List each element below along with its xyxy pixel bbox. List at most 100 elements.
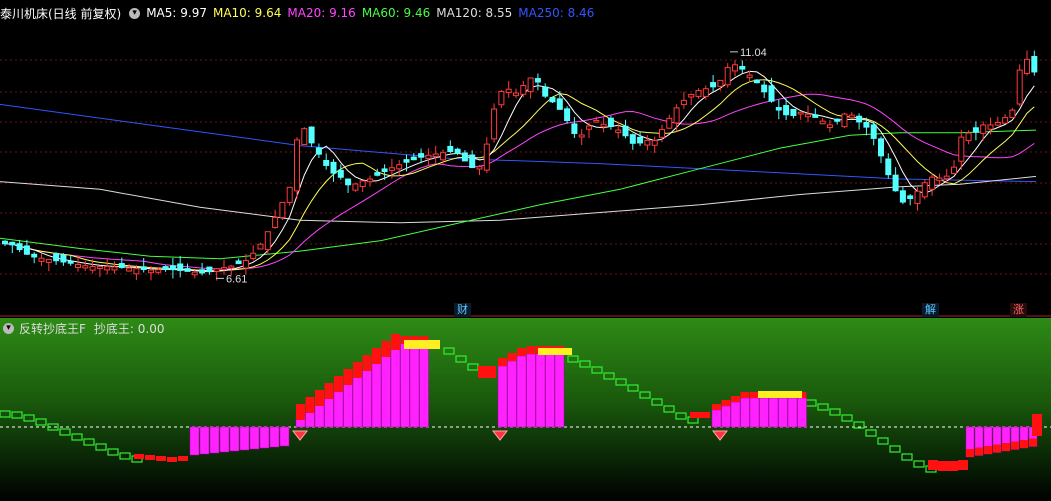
candle-body xyxy=(549,97,556,103)
indicator-magenta-bar xyxy=(797,397,807,428)
indicator-magenta-bar xyxy=(314,403,325,428)
candle-body xyxy=(717,79,724,87)
indicator-magenta-bar xyxy=(730,401,741,428)
price-chart-panel[interactable]: 11.04 6.61 xyxy=(0,0,1051,318)
candle-body xyxy=(505,88,512,94)
candle-body xyxy=(885,158,892,176)
indicator-red-bar xyxy=(478,366,496,378)
event-tag-zhang[interactable]: 涨 xyxy=(1010,303,1027,317)
candle-body xyxy=(31,253,38,258)
candle-body xyxy=(513,92,519,97)
indicator-magenta-bar xyxy=(721,405,731,428)
indicator-magenta-bar xyxy=(343,382,353,428)
indicator-magenta-bar xyxy=(554,353,565,428)
candle-body xyxy=(169,265,176,270)
indicator-magenta-bar xyxy=(497,365,508,428)
candle-body xyxy=(367,178,373,183)
indicator-magenta-bar xyxy=(768,397,779,428)
candle-body xyxy=(330,161,337,174)
candle-body xyxy=(337,169,344,178)
indicator-magenta-bar xyxy=(740,397,750,428)
ma10-label: MA10: 9.64 xyxy=(212,6,282,20)
candle-body xyxy=(396,164,403,170)
candle-body xyxy=(104,266,111,271)
indicator-red-bar xyxy=(296,404,305,420)
indicator-red-bar xyxy=(731,396,740,402)
candle-body xyxy=(199,269,206,274)
candle-body xyxy=(607,117,614,127)
candle-body xyxy=(951,166,957,175)
candle-body xyxy=(140,266,147,270)
candle-body xyxy=(972,127,979,133)
price-header: 泰川机床(日线 前复权) ▾ MA5: 9.97 MA10: 9.64 MA20… xyxy=(0,4,600,22)
indicator-red-bar xyxy=(721,400,731,406)
indicator-red-bar xyxy=(948,461,958,471)
candle-body xyxy=(16,243,23,251)
candle-body xyxy=(914,190,921,205)
ma10-line xyxy=(4,79,1035,272)
high-price-label: 11.04 xyxy=(740,47,767,59)
candle-body xyxy=(454,148,461,154)
candle-body xyxy=(447,145,454,153)
candle-body xyxy=(629,134,636,144)
candle-body xyxy=(666,117,673,129)
event-tag-jie[interactable]: 解 xyxy=(922,303,939,317)
indicator-red-bar xyxy=(381,341,391,357)
indicator-red-bar xyxy=(750,392,759,398)
indicator-magenta-bar xyxy=(381,354,391,428)
indicator-red-bar xyxy=(712,404,721,410)
indicator-red-bar xyxy=(1032,414,1042,436)
candle-body xyxy=(476,166,483,170)
indicator-red-bar xyxy=(966,449,974,457)
candle-body xyxy=(264,231,271,251)
indicator-chart[interactable] xyxy=(0,318,1051,501)
indicator-magenta-bar xyxy=(371,361,382,428)
stock-title[interactable]: 泰川机床(日线 前复权) xyxy=(0,5,121,22)
indicator-magenta-bar xyxy=(759,397,769,428)
candle-body xyxy=(60,254,67,263)
ma20-label: MA20: 9.16 xyxy=(287,6,356,20)
candle-body xyxy=(542,86,549,97)
indicator-panel[interactable] xyxy=(0,318,1051,501)
candle-body xyxy=(440,152,446,161)
indicator-magenta-bar xyxy=(333,389,344,428)
candle-body xyxy=(1016,69,1023,105)
candle-body xyxy=(155,269,162,273)
candle-body xyxy=(272,216,279,228)
candle-body xyxy=(374,172,381,176)
candle-body xyxy=(856,115,863,123)
candle-body xyxy=(878,138,884,157)
candle-body xyxy=(294,139,300,192)
candle-body xyxy=(783,105,790,116)
indicator-magenta-bar xyxy=(249,426,260,450)
candle-body xyxy=(578,134,585,138)
candle-body xyxy=(805,113,811,118)
candle-body xyxy=(323,159,330,166)
candle-body xyxy=(213,268,220,272)
candle-body xyxy=(746,74,753,79)
indicator-magenta-bar xyxy=(535,353,546,428)
indicator-magenta-bar xyxy=(516,355,527,428)
indicator-red-bar xyxy=(315,390,324,406)
indicator-title[interactable]: 反转抄底王F xyxy=(19,320,86,337)
indicator-red-bar xyxy=(145,455,155,460)
indicator-red-bar xyxy=(690,412,710,418)
indicator-red-bar xyxy=(1029,438,1037,447)
candle-body xyxy=(994,121,1001,126)
indicator-red-bar xyxy=(178,456,188,461)
candle-body xyxy=(1024,58,1030,74)
candle-body xyxy=(929,176,936,190)
indicator-magenta-bar xyxy=(419,341,429,428)
chevron-down-icon[interactable]: ▾ xyxy=(3,322,14,334)
indicator-red-bar xyxy=(134,454,144,459)
candle-body xyxy=(571,123,578,134)
indicator-red-bar xyxy=(740,392,750,398)
candle-body xyxy=(615,129,622,134)
event-tag-cai[interactable]: 财 xyxy=(454,303,471,317)
candlestick-chart[interactable]: 11.04 6.61 xyxy=(0,0,1051,318)
candle-body xyxy=(38,257,45,262)
chevron-down-icon[interactable]: ▾ xyxy=(129,7,141,19)
candle-body xyxy=(491,108,498,140)
candle-body xyxy=(1009,109,1016,118)
indicator-magenta-bar xyxy=(390,347,401,428)
